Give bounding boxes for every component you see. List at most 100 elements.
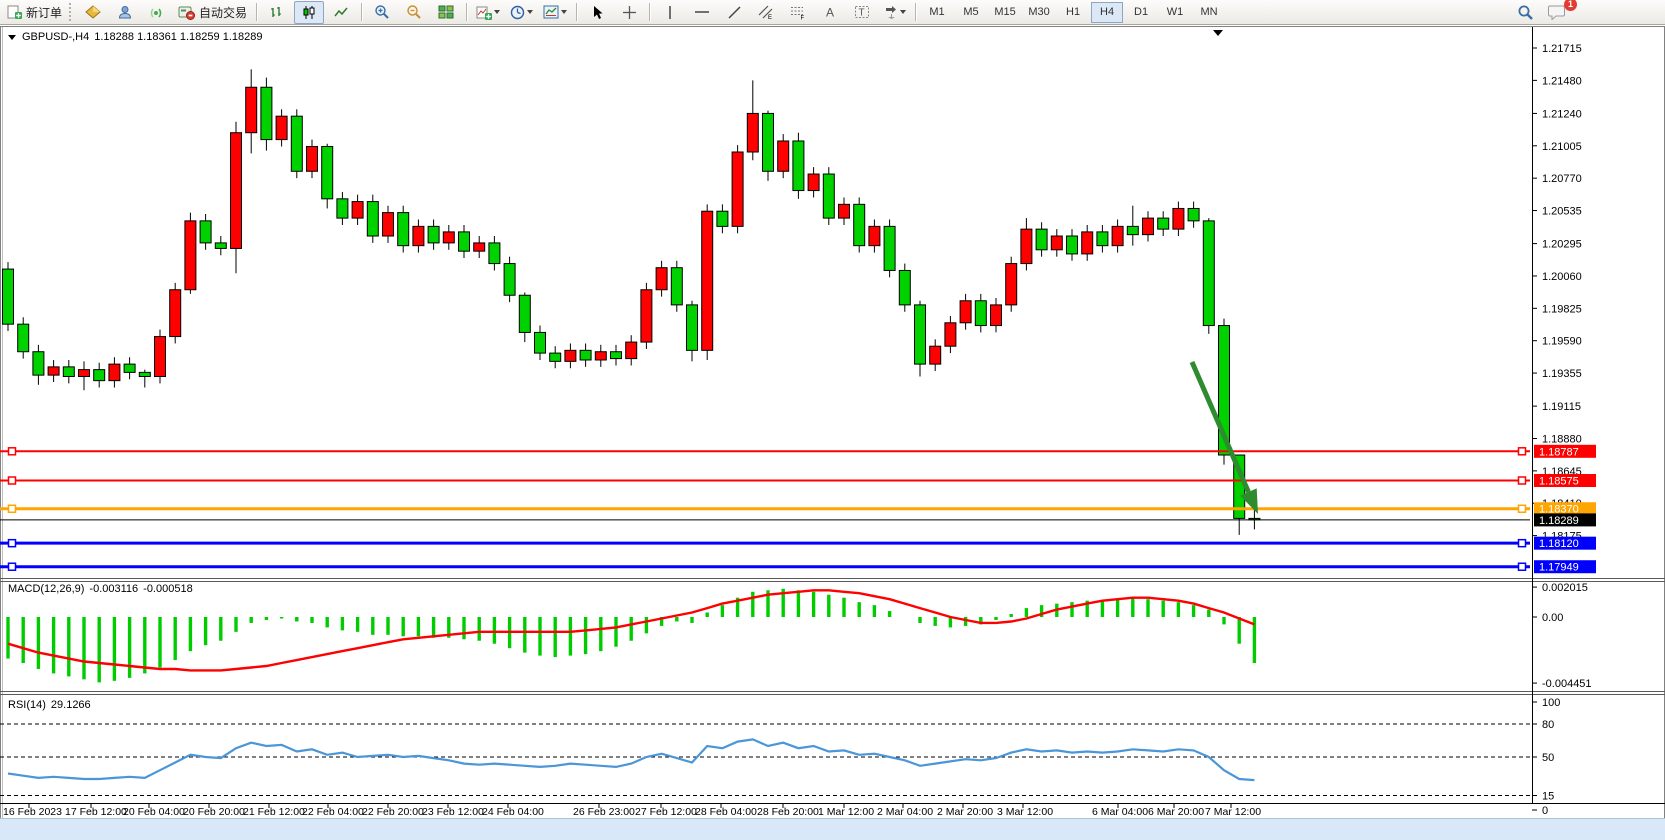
timeframe-W1[interactable]: W1 <box>1159 2 1191 23</box>
timeframe-M5[interactable]: M5 <box>955 2 987 23</box>
candlestick-chart-icon <box>302 5 317 20</box>
candle <box>915 305 926 364</box>
candle <box>1097 232 1108 246</box>
profile-button[interactable] <box>110 1 140 24</box>
candle <box>367 202 378 236</box>
candle <box>79 370 90 377</box>
toolbar-separator <box>915 3 916 21</box>
price-tick-label: 1.18880 <box>1542 433 1582 445</box>
equidistant-channel-button[interactable]: E <box>751 1 781 24</box>
price-tick-label: 1.21005 <box>1542 141 1582 153</box>
new-order-icon <box>7 5 22 20</box>
price-tick-label: 1.21715 <box>1542 43 1582 55</box>
chevron-down-icon <box>527 10 533 14</box>
time-tick-label: 23 Feb 12:00 <box>422 806 484 818</box>
periods-button[interactable] <box>506 1 537 24</box>
price-tick-label: 1.19590 <box>1542 336 1582 348</box>
line-handle[interactable] <box>1519 563 1526 570</box>
fibonacci-button[interactable]: F <box>783 1 813 24</box>
line-handle[interactable] <box>9 540 16 547</box>
candle <box>170 290 181 337</box>
timeframe-MN[interactable]: MN <box>1193 2 1225 23</box>
candle <box>565 350 576 361</box>
equidistant-channel-icon: E <box>758 5 774 20</box>
timeframe-H4[interactable]: H4 <box>1091 2 1123 23</box>
timeframe-M15[interactable]: M15 <box>989 2 1021 23</box>
candle <box>960 301 971 323</box>
line-handle[interactable] <box>1519 540 1526 547</box>
autotrade-button[interactable]: 自动交易 <box>174 1 251 24</box>
candle <box>535 332 546 353</box>
price-badge-label: 1.17949 <box>1539 562 1579 574</box>
candle <box>291 116 302 171</box>
signals-button[interactable] <box>142 1 172 24</box>
chevron-down-icon <box>494 10 500 14</box>
line-handle[interactable] <box>9 477 16 484</box>
trendline-button[interactable] <box>719 1 749 24</box>
timeframe-M30[interactable]: M30 <box>1023 2 1055 23</box>
fibonacci-icon: F <box>790 5 806 20</box>
tile-windows-button[interactable] <box>431 1 461 24</box>
text-label-button[interactable]: T <box>847 1 877 24</box>
chart-canvas[interactable]: 1.217151.214801.212401.210051.207701.205… <box>0 26 1665 818</box>
time-tick-label: 20 Feb 04:00 <box>123 806 185 818</box>
time-tick-label: 28 Feb 20:00 <box>757 806 819 818</box>
templates-button[interactable] <box>539 1 571 24</box>
timeframe-H1[interactable]: H1 <box>1057 2 1089 23</box>
candle <box>63 367 74 377</box>
trading-terminal-window: { "toolbar": { "new_order": "新订单", "auto… <box>0 0 1665 840</box>
candle <box>307 146 318 171</box>
zoom-in-icon <box>374 4 390 20</box>
candle <box>231 133 242 249</box>
indicators-button[interactable] <box>472 1 504 24</box>
candle <box>550 353 561 361</box>
time-tick-label: 20 Feb 20:00 <box>183 806 245 818</box>
candle <box>1082 232 1093 254</box>
candle <box>823 174 834 218</box>
chat-button[interactable]: 1 <box>1542 1 1572 24</box>
line-handle[interactable] <box>9 505 16 512</box>
candle <box>702 211 713 350</box>
vertical-line-button[interactable] <box>655 1 685 24</box>
candle <box>276 116 287 139</box>
bar-chart-button[interactable] <box>262 1 292 24</box>
candle <box>352 202 363 219</box>
time-tick-label: 6 Mar 04:00 <box>1092 806 1148 818</box>
time-tick-label: 24 Feb 04:00 <box>482 806 544 818</box>
candle <box>884 226 895 270</box>
timeframe-M1[interactable]: M1 <box>921 2 953 23</box>
line-handle[interactable] <box>9 448 16 455</box>
cursor-button[interactable] <box>582 1 612 24</box>
line-handle[interactable] <box>1519 505 1526 512</box>
line-handle[interactable] <box>9 563 16 570</box>
candle <box>383 213 394 236</box>
text-button[interactable]: A <box>815 1 845 24</box>
zoom-in-button[interactable] <box>367 1 397 24</box>
crosshair-button[interactable] <box>614 1 644 24</box>
timeframe-D1[interactable]: D1 <box>1125 2 1157 23</box>
candle <box>1143 218 1154 235</box>
macd-axis-label: 0.002015 <box>1542 582 1588 594</box>
candlestick-chart-button[interactable] <box>294 1 324 24</box>
arrow-objects-button[interactable] <box>879 1 910 24</box>
metaeditor-button[interactable] <box>78 1 108 24</box>
candle <box>945 323 956 346</box>
chevron-down-icon <box>900 10 906 14</box>
line-handle[interactable] <box>1519 448 1526 455</box>
candle <box>1173 208 1184 229</box>
new-order-button[interactable]: 新订单 <box>3 1 66 24</box>
signals-icon <box>149 5 165 20</box>
horizontal-line-button[interactable] <box>687 1 717 24</box>
toolbar-separator <box>256 3 257 21</box>
rsi-axis-label: 50 <box>1542 752 1554 764</box>
chart-background <box>0 26 1665 818</box>
new-order-label: 新订单 <box>26 4 62 21</box>
zoom-out-button[interactable] <box>399 1 429 24</box>
vertical-line-icon <box>664 5 676 20</box>
line-chart-button[interactable] <box>326 1 356 24</box>
candle <box>18 324 29 352</box>
candle <box>1127 226 1138 234</box>
line-handle[interactable] <box>1519 477 1526 484</box>
price-badge-label: 1.18575 <box>1539 476 1579 488</box>
search-button[interactable] <box>1510 1 1540 24</box>
